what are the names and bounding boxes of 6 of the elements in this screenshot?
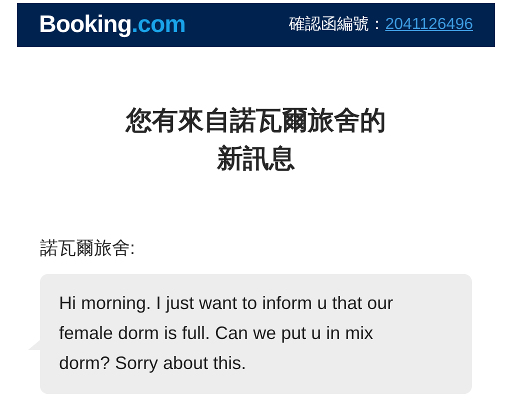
message-title: 您有來自諾瓦爾旅舍的新訊息 xyxy=(124,104,387,175)
logo: Booking.com xyxy=(39,10,186,40)
message-text: Hi morning. I just want to inform u that our female dorm is full. Can we put u in mix dorm? Sorry about this. xyxy=(59,293,394,373)
confirmation-number-link[interactable]: 2041126496 xyxy=(385,13,473,37)
sender-name: 諾瓦爾旅舍: xyxy=(40,237,136,260)
confirmation-label: 確認函編號： xyxy=(289,14,386,35)
